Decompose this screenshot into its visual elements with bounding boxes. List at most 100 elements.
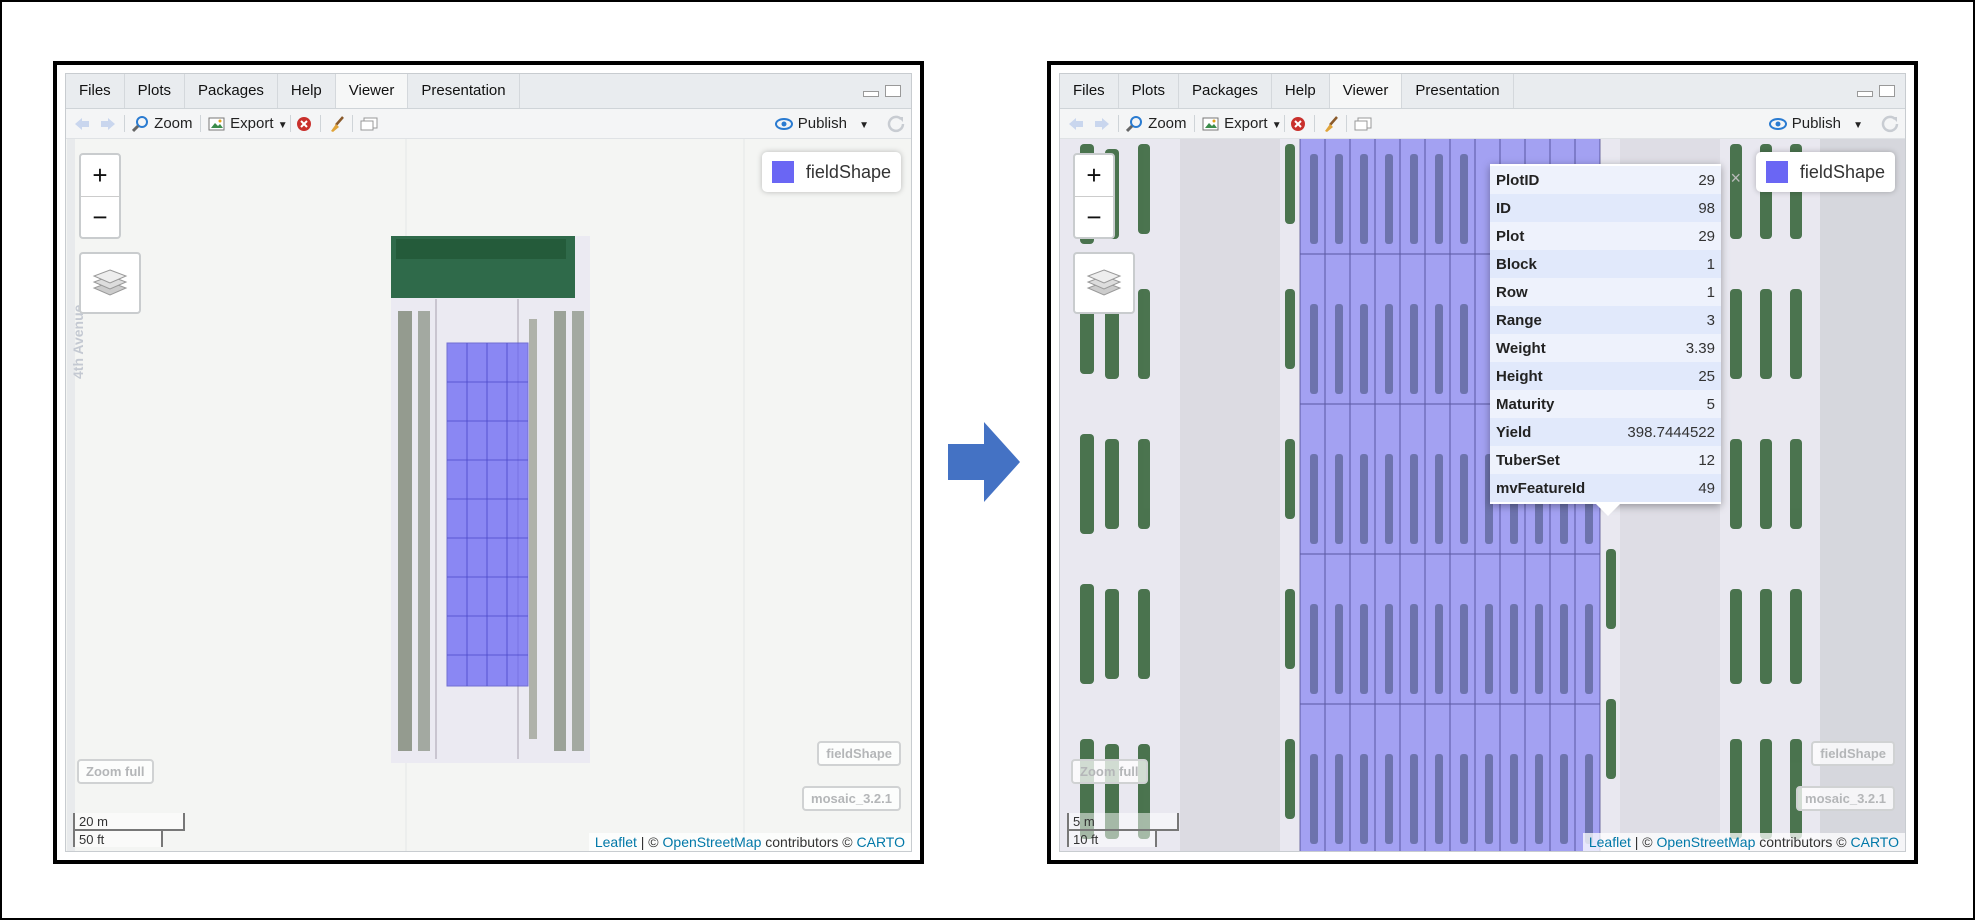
popup-value: 25 <box>1606 362 1721 390</box>
popup-key: Height <box>1490 362 1607 390</box>
leaflet-link[interactable]: Leaflet <box>595 834 637 850</box>
legend-swatch <box>771 161 794 183</box>
popup-key: Row <box>1490 278 1607 306</box>
legend-label: fieldShape <box>805 161 891 182</box>
pane-tabs: Files Plots Packages Help Viewer Present… <box>66 74 911 109</box>
zoom-in-button[interactable]: + <box>81 155 119 197</box>
refresh-icon[interactable] <box>1881 109 1899 138</box>
layer-button-fieldshape[interactable]: fieldShape <box>817 741 901 766</box>
refresh-icon[interactable] <box>887 109 905 138</box>
popup-key: Maturity <box>1490 390 1607 418</box>
maximize-pane-icon[interactable] <box>1879 85 1895 97</box>
forward-arrow-icon[interactable] <box>100 109 116 138</box>
publish-icon <box>774 118 793 131</box>
back-arrow-icon[interactable] <box>1068 109 1084 138</box>
clear-viewer-button[interactable] <box>1290 109 1306 138</box>
viewer-panel-after: Files Plots Packages Help Viewer Present… <box>1047 61 1918 864</box>
layers-icon <box>92 269 128 296</box>
tab-presentation[interactable]: Presentation <box>408 74 520 108</box>
scale-bar: 20 m 50 ft <box>73 813 185 847</box>
feature-popup: × PlotID 29 ID 98 Plot 29 Block 1 Row 1 Range 3 Weig… <box>1490 164 1741 516</box>
zoom-button[interactable]: Zoom <box>132 109 193 138</box>
popup-value: 5 <box>1606 390 1721 418</box>
forward-arrow-icon[interactable] <box>1094 109 1110 138</box>
publish-button[interactable]: Publish ▼ <box>774 109 869 138</box>
scale-imperial: 10 ft <box>1067 829 1157 847</box>
publish-label: Publish <box>1791 115 1841 132</box>
zoom-full-button[interactable]: Zoom full <box>77 759 154 784</box>
tab-viewer[interactable]: Viewer <box>335 74 409 108</box>
map-attribution: Leaflet | © OpenStreetMap contributors ©… <box>588 833 911 851</box>
popup-close-button[interactable]: × <box>1730 168 1741 189</box>
field-shape-polygons[interactable] <box>446 342 529 687</box>
popup-key: PlotID <box>1490 166 1607 194</box>
popup-row: Height 25 <box>1490 362 1721 390</box>
layer-button-fieldshape[interactable]: fieldShape <box>1811 741 1895 766</box>
tab-packages[interactable]: Packages <box>185 74 278 108</box>
clear-all-button[interactable] <box>1322 109 1340 138</box>
osm-link[interactable]: OpenStreetMap <box>663 834 762 850</box>
layers-control-button[interactable] <box>1073 252 1135 314</box>
popup-value: 3.39 <box>1606 334 1721 362</box>
zoom-button[interactable]: Zoom <box>1126 109 1187 138</box>
zoom-full-button[interactable]: Zoom full <box>1071 759 1148 784</box>
popup-value: 398.7444522 <box>1606 418 1721 446</box>
basemap <box>66 139 911 851</box>
popup-key: Weight <box>1490 334 1607 362</box>
popup-key: Range <box>1490 306 1607 334</box>
viewer-pane: Files Plots Packages Help Viewer Present… <box>65 73 912 852</box>
export-button[interactable]: Export ▼ <box>1202 109 1282 138</box>
carto-link[interactable]: CARTO <box>1851 834 1900 850</box>
osm-link[interactable]: OpenStreetMap <box>1657 834 1756 850</box>
export-button[interactable]: Export ▼ <box>208 109 288 138</box>
popup-row: Plot 29 <box>1490 222 1721 250</box>
map-attribution: Leaflet | © OpenStreetMap contributors ©… <box>1582 833 1905 851</box>
popup-value: 29 <box>1606 166 1721 194</box>
clear-all-button[interactable] <box>328 109 346 138</box>
tab-files[interactable]: Files <box>66 74 125 108</box>
maximize-pane-icon[interactable] <box>885 85 901 97</box>
popup-value: 1 <box>1606 250 1721 278</box>
back-arrow-icon[interactable] <box>74 109 90 138</box>
scale-bar: 5 m 10 ft <box>1067 813 1179 847</box>
popup-key: Yield <box>1490 418 1607 446</box>
tab-plots[interactable]: Plots <box>125 74 186 108</box>
zoom-out-button[interactable]: − <box>81 197 119 238</box>
minimize-pane-icon[interactable] <box>863 91 879 97</box>
popup-row: PlotID 29 <box>1490 166 1721 194</box>
popup-value: 3 <box>1606 306 1721 334</box>
map-view[interactable]: 4th Avenue + − fieldShape Zoom full fiel… <box>66 139 911 851</box>
minimize-pane-icon[interactable] <box>1857 91 1873 97</box>
tab-help[interactable]: Help <box>1272 74 1330 108</box>
new-window-button[interactable] <box>1354 109 1372 138</box>
popup-value: 49 <box>1606 474 1721 502</box>
popup-row: ID 98 <box>1490 194 1721 222</box>
layers-control-button[interactable] <box>79 252 141 314</box>
zoom-in-button[interactable]: + <box>1075 155 1113 197</box>
scale-imperial: 50 ft <box>73 829 163 847</box>
chevron-down-icon: ▼ <box>1271 120 1282 131</box>
tab-packages[interactable]: Packages <box>1179 74 1272 108</box>
leaflet-link[interactable]: Leaflet <box>1589 834 1631 850</box>
tab-plots[interactable]: Plots <box>1119 74 1180 108</box>
publish-button[interactable]: Publish ▼ <box>1768 109 1863 138</box>
clear-viewer-button[interactable] <box>296 109 312 138</box>
tab-help[interactable]: Help <box>278 74 336 108</box>
layer-button-mosaic[interactable]: mosaic_3.2.1 <box>1796 786 1895 811</box>
legend-swatch <box>1765 161 1788 183</box>
viewer-panel-before: Files Plots Packages Help Viewer Present… <box>53 61 924 864</box>
popup-value: 29 <box>1606 222 1721 250</box>
tab-viewer[interactable]: Viewer <box>1329 74 1403 108</box>
pane-tabs: Files Plots Packages Help Viewer Present… <box>1060 74 1905 109</box>
zoom-out-button[interactable]: − <box>1075 197 1113 238</box>
carto-link[interactable]: CARTO <box>857 834 906 850</box>
tab-presentation[interactable]: Presentation <box>1402 74 1514 108</box>
map-view[interactable]: + − fieldShape × PlotID 29 ID 98 Plot 29 Block… <box>1060 139 1905 851</box>
popup-row: mvFeatureId 49 <box>1490 474 1721 502</box>
tab-files[interactable]: Files <box>1060 74 1119 108</box>
layer-button-mosaic[interactable]: mosaic_3.2.1 <box>802 786 901 811</box>
popup-key: ID <box>1490 194 1607 222</box>
new-window-button[interactable] <box>360 109 378 138</box>
popup-row: Maturity 5 <box>1490 390 1721 418</box>
export-label: Export <box>230 115 274 132</box>
